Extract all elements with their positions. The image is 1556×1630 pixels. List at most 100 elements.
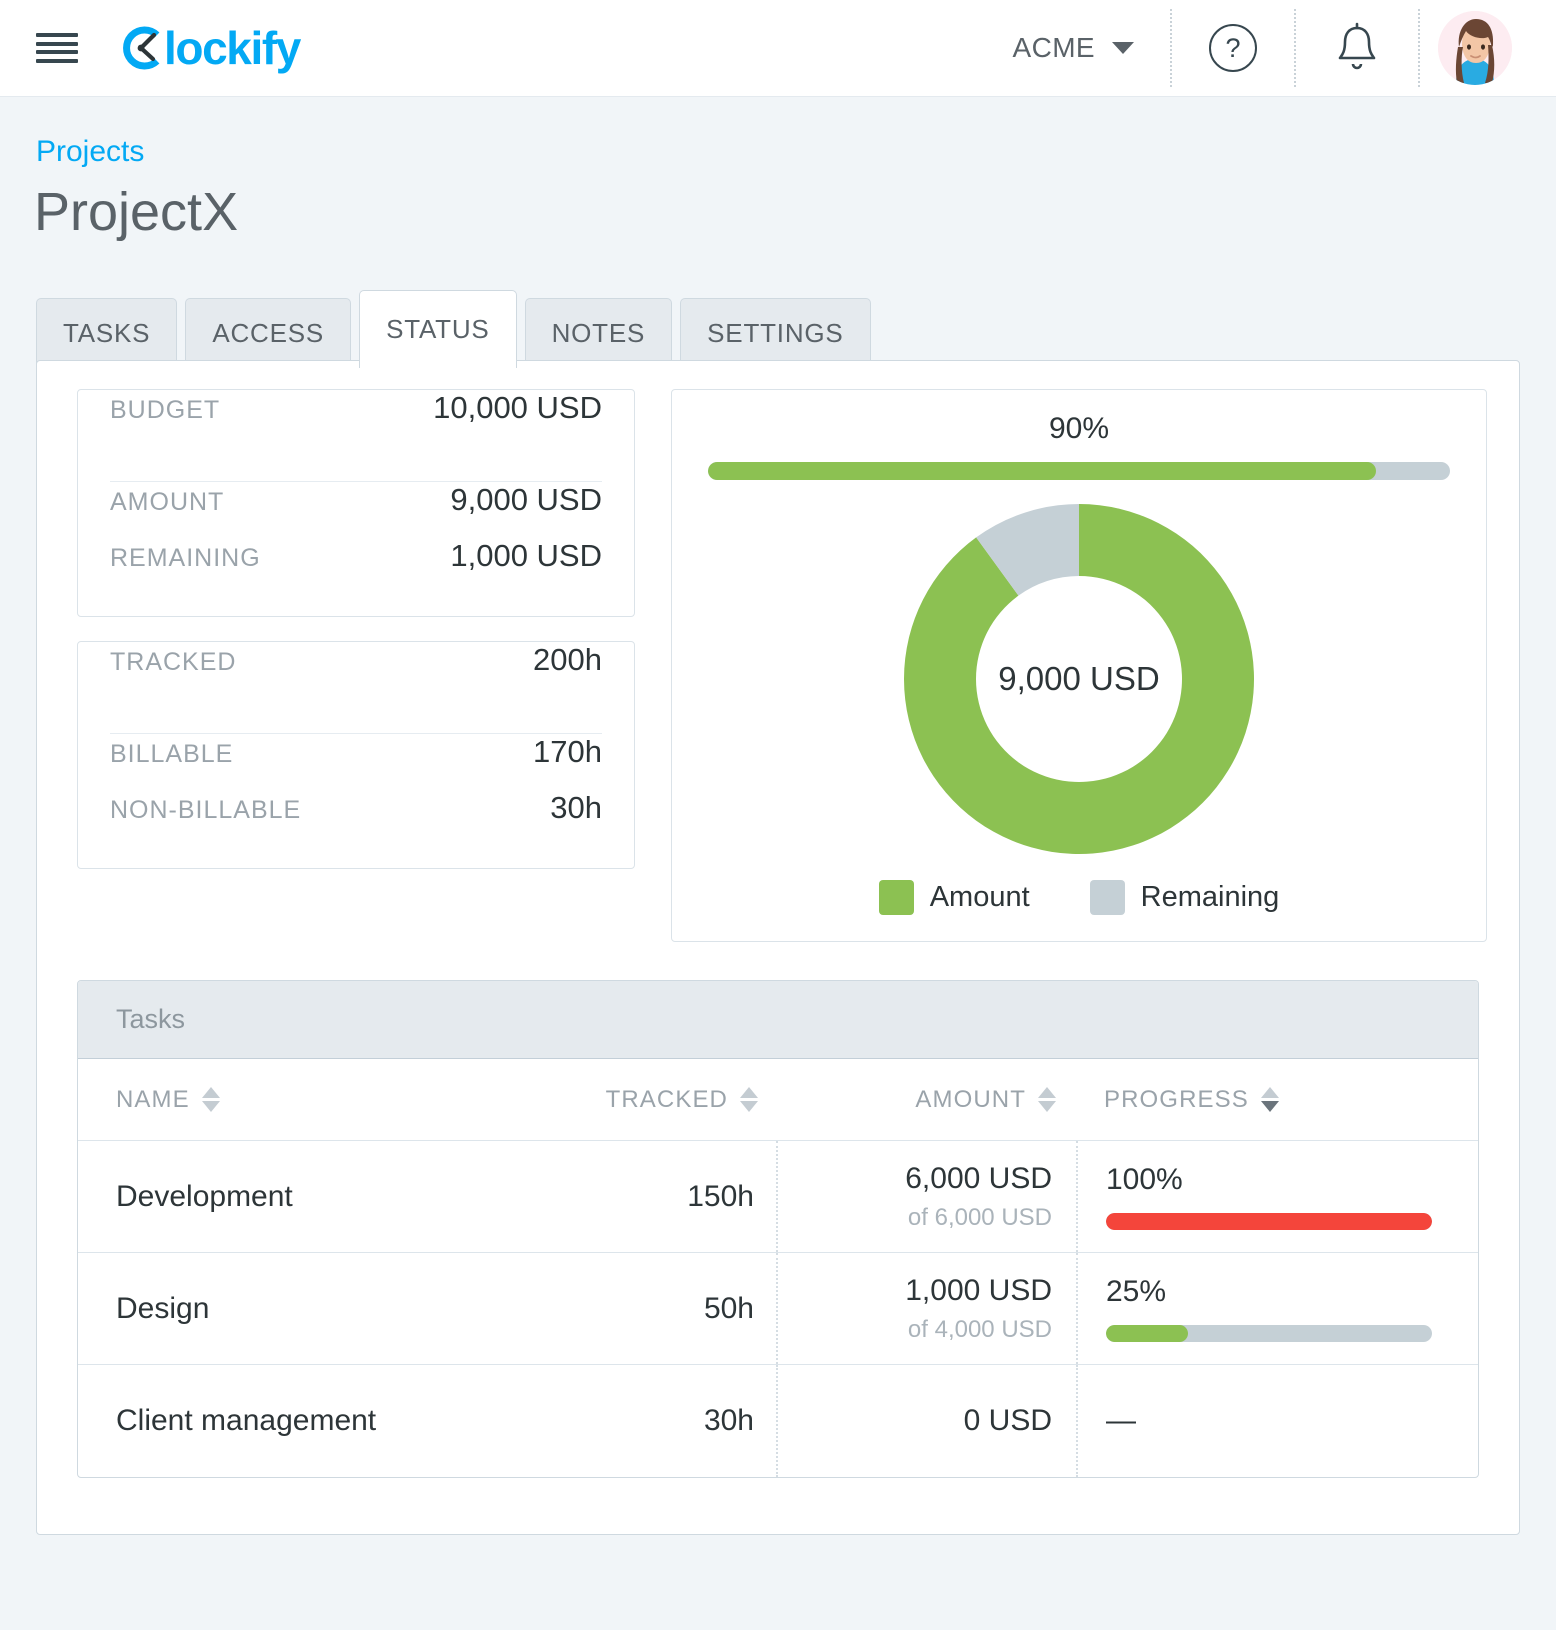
remaining-value: 1,000 USD — [450, 538, 602, 573]
app-root: lockify ACME ? Projects ProjectX TASKS A… — [0, 0, 1556, 1630]
project-tabs: TASKS ACCESS STATUS NOTES SETTINGS — [36, 290, 879, 370]
task-amount-value: 1,000 USD — [905, 1273, 1052, 1307]
hamburger-menu-icon[interactable] — [36, 33, 78, 63]
column-header-amount-cell: AMOUNT — [778, 1086, 1078, 1114]
budget-label: BUDGET — [110, 396, 221, 424]
task-progress-empty: — — [1106, 1404, 1136, 1437]
stats-column: BUDGET 10,000 USD AMOUNT 9,000 USD REMAI… — [77, 389, 635, 942]
table-row[interactable]: Client management 30h 0 USD — — [78, 1365, 1478, 1477]
amount-label: AMOUNT — [110, 488, 225, 516]
column-header-progress-label: PROGRESS — [1104, 1085, 1249, 1113]
column-header-progress-cell: PROGRESS — [1078, 1086, 1478, 1114]
budget-row: BUDGET 10,000 USD — [110, 390, 602, 482]
task-amount-value: 0 USD — [963, 1404, 1052, 1437]
tracked-label: TRACKED — [110, 648, 237, 676]
budget-value: 10,000 USD — [433, 390, 602, 425]
budget-donut-chart: 9,000 USD — [904, 504, 1254, 854]
billable-value: 170h — [533, 734, 602, 769]
budget-progress-percent: 90% — [1048, 412, 1110, 445]
help-icon: ? — [1209, 24, 1257, 72]
billable-row: BILLABLE 170h — [110, 734, 602, 790]
avatar — [1438, 11, 1512, 85]
column-header-name-label: NAME — [116, 1085, 190, 1113]
budget-progress-bar-track — [708, 462, 1450, 480]
time-summary-box: TRACKED 200h BILLABLE 170h NON-BILLABLE … — [77, 641, 635, 869]
task-amount-budget: of 6,000 USD — [907, 1203, 1052, 1231]
nonbillable-value: 30h — [550, 790, 602, 825]
task-progress-fill — [1106, 1325, 1188, 1342]
topbar-actions: ACME ? — [1003, 0, 1531, 96]
task-amount-budget: of 4,000 USD — [907, 1315, 1052, 1343]
help-button[interactable]: ? — [1172, 0, 1294, 96]
tasks-column-headers: NAME TRACKED AMOUNT PROGRESS — [78, 1059, 1478, 1141]
tasks-table: Tasks NAME TRACKED AMOUNT PROGRESS Devel… — [77, 980, 1479, 1478]
task-amount-cell: 1,000 USD of 4,000 USD — [778, 1253, 1078, 1364]
tab-tasks[interactable]: TASKS — [36, 298, 178, 368]
workspace-name: ACME — [1012, 32, 1095, 63]
task-name-cell: Development — [116, 1179, 293, 1213]
remaining-label: REMAINING — [110, 544, 261, 572]
amount-value: 9,000 USD — [450, 482, 602, 517]
status-summary-row: BUDGET 10,000 USD AMOUNT 9,000 USD REMAI… — [37, 361, 1519, 942]
column-header-name[interactable]: NAME — [116, 1086, 548, 1114]
task-progress-track — [1106, 1325, 1432, 1342]
breadcrumb-projects-link[interactable]: Projects — [36, 135, 144, 169]
tab-notes[interactable]: NOTES — [524, 298, 673, 368]
task-tracked-cell: 150h — [548, 1141, 778, 1252]
chart-legend: Amount Remaining — [878, 880, 1280, 915]
workspace-selector[interactable]: ACME — [1003, 32, 1171, 64]
legend-swatch-amount — [878, 880, 914, 915]
chevron-down-icon — [1112, 42, 1134, 54]
task-name-cell: Design — [116, 1291, 210, 1325]
column-header-amount-label: AMOUNT — [915, 1085, 1026, 1113]
clockify-logo[interactable]: lockify — [120, 21, 301, 75]
budget-summary-box: BUDGET 10,000 USD AMOUNT 9,000 USD REMAI… — [77, 389, 635, 617]
column-header-amount[interactable]: AMOUNT — [915, 1086, 1056, 1114]
sort-arrows-progress-icon[interactable] — [1260, 1087, 1279, 1112]
notifications-button[interactable] — [1296, 0, 1418, 96]
task-amount-value: 6,000 USD — [905, 1161, 1052, 1195]
top-navigation-bar: lockify ACME ? — [0, 0, 1556, 97]
task-progress-cell: 100% — [1078, 1141, 1478, 1252]
column-header-tracked-label: TRACKED — [605, 1085, 728, 1113]
task-name-cell: Client management — [116, 1404, 377, 1437]
task-progress-cell: — — [1078, 1365, 1478, 1477]
sort-arrows-name-icon[interactable] — [201, 1087, 220, 1112]
sort-arrows-amount-icon[interactable] — [1038, 1087, 1056, 1112]
status-panel: BUDGET 10,000 USD AMOUNT 9,000 USD REMAI… — [36, 360, 1520, 1535]
user-menu-button[interactable] — [1420, 11, 1530, 85]
amount-row: AMOUNT 9,000 USD — [110, 482, 602, 538]
legend-label-remaining: Remaining — [1140, 881, 1280, 913]
task-tracked-cell: 30h — [548, 1365, 778, 1477]
donut-center-label: 9,000 USD — [998, 660, 1160, 697]
remaining-row: REMAINING 1,000 USD — [110, 538, 602, 594]
tasks-rows: Development 150h 6,000 USD of 6,000 USD 100%… — [78, 1141, 1478, 1477]
task-progress-label: 25% — [1106, 1275, 1167, 1308]
tracked-value: 200h — [533, 642, 602, 677]
tasks-section-header: Tasks — [78, 981, 1478, 1059]
column-header-name-cell: NAME — [78, 1086, 548, 1114]
budget-chart-panel: 90% 9,000 USD Amount Remaining — [671, 389, 1487, 942]
tab-settings[interactable]: SETTINGS — [680, 298, 871, 368]
tab-access[interactable]: ACCESS — [185, 298, 352, 368]
task-amount-cell: 6,000 USD of 6,000 USD — [778, 1141, 1078, 1252]
legend-item-remaining: Remaining — [1089, 880, 1280, 915]
nonbillable-row: NON-BILLABLE 30h — [110, 790, 602, 846]
column-header-tracked[interactable]: TRACKED — [606, 1086, 758, 1114]
legend-label-amount: Amount — [929, 881, 1030, 913]
tab-status[interactable]: STATUS — [359, 290, 517, 370]
table-row[interactable]: Design 50h 1,000 USD of 4,000 USD 25% — [78, 1253, 1478, 1365]
task-amount-cell: 0 USD — [778, 1365, 1078, 1477]
legend-swatch-remaining — [1089, 880, 1125, 915]
budget-progress-bar-fill — [708, 462, 1376, 480]
tracked-row: TRACKED 200h — [110, 642, 602, 734]
page-title: ProjectX — [34, 182, 239, 242]
table-row[interactable]: Development 150h 6,000 USD of 6,000 USD 100% — [78, 1141, 1478, 1253]
column-header-progress[interactable]: PROGRESS — [1104, 1086, 1478, 1114]
task-tracked-cell: 50h — [548, 1253, 778, 1364]
clock-icon — [120, 26, 164, 70]
task-progress-cell: 25% — [1078, 1253, 1478, 1364]
column-header-tracked-cell: TRACKED — [548, 1086, 778, 1114]
sort-arrows-tracked-icon[interactable] — [740, 1087, 758, 1112]
billable-label: BILLABLE — [110, 740, 234, 768]
